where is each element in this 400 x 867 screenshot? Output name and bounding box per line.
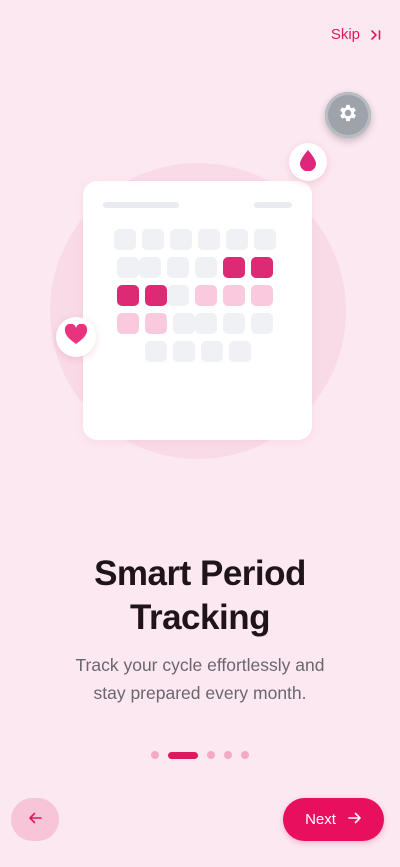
calendar-cell-empty xyxy=(170,229,192,250)
page-subtitle: Track your cycle effortlessly and stay p… xyxy=(40,651,360,707)
page-dot[interactable] xyxy=(241,751,249,759)
calendar-cell-empty xyxy=(167,257,189,278)
subtitle-line-2: stay prepared every month. xyxy=(93,683,307,703)
calendar-cell-empty xyxy=(142,229,164,250)
calendar-header-bar-short xyxy=(254,202,292,208)
calendar-cell-predicted xyxy=(117,313,139,334)
calendar-cell-empty xyxy=(223,313,245,334)
calendar-cell-empty xyxy=(173,341,195,362)
calendar-illustration xyxy=(0,0,400,480)
calendar-cell-empty xyxy=(229,341,251,362)
calendar-cell-empty xyxy=(114,229,136,250)
calendar-cell-empty xyxy=(251,313,273,334)
settings-button[interactable] xyxy=(325,92,371,138)
calendar-cell-empty xyxy=(139,257,161,278)
calendar-cell-predicted xyxy=(251,285,273,306)
calendar-cell-empty xyxy=(173,313,195,334)
page-dot[interactable] xyxy=(151,751,159,759)
calendar-cell-period xyxy=(117,285,139,306)
gear-icon xyxy=(337,102,359,129)
calendar-cell-empty xyxy=(198,229,220,250)
next-button[interactable]: Next xyxy=(283,798,384,841)
page-title: Smart Period Tracking xyxy=(0,552,400,640)
back-button[interactable] xyxy=(11,798,59,841)
calendar-cell-empty xyxy=(254,229,276,250)
calendar-cell-predicted xyxy=(223,285,245,306)
title-line-1: Smart Period xyxy=(94,554,306,593)
calendar-cell-empty xyxy=(167,285,189,306)
calendar-cell-empty xyxy=(117,257,139,278)
calendar-card xyxy=(83,181,312,440)
drop-badge xyxy=(289,143,327,181)
calendar-cell-empty xyxy=(195,257,217,278)
calendar-cell-empty xyxy=(201,341,223,362)
calendar-cell-empty xyxy=(145,341,167,362)
heart-icon xyxy=(64,323,88,350)
arrow-left-icon xyxy=(28,811,42,829)
page-dot[interactable] xyxy=(207,751,215,759)
calendar-cell-empty xyxy=(226,229,248,250)
subtitle-line-1: Track your cycle effortlessly and xyxy=(75,655,325,675)
page-dot-active[interactable] xyxy=(168,751,198,759)
calendar-cell-period xyxy=(251,257,273,278)
calendar-cell-empty xyxy=(195,313,217,334)
arrow-right-icon xyxy=(348,811,362,828)
next-label: Next xyxy=(305,811,336,828)
title-line-2: Tracking xyxy=(130,598,270,637)
calendar-header-bar xyxy=(103,202,179,208)
drop-icon xyxy=(299,149,317,176)
heart-badge xyxy=(56,317,96,357)
calendar-cell-period xyxy=(145,285,167,306)
page-dot[interactable] xyxy=(224,751,232,759)
page-indicator xyxy=(0,751,400,759)
calendar-cell-predicted xyxy=(145,313,167,334)
calendar-cell-period xyxy=(223,257,245,278)
calendar-cell-predicted xyxy=(195,285,217,306)
